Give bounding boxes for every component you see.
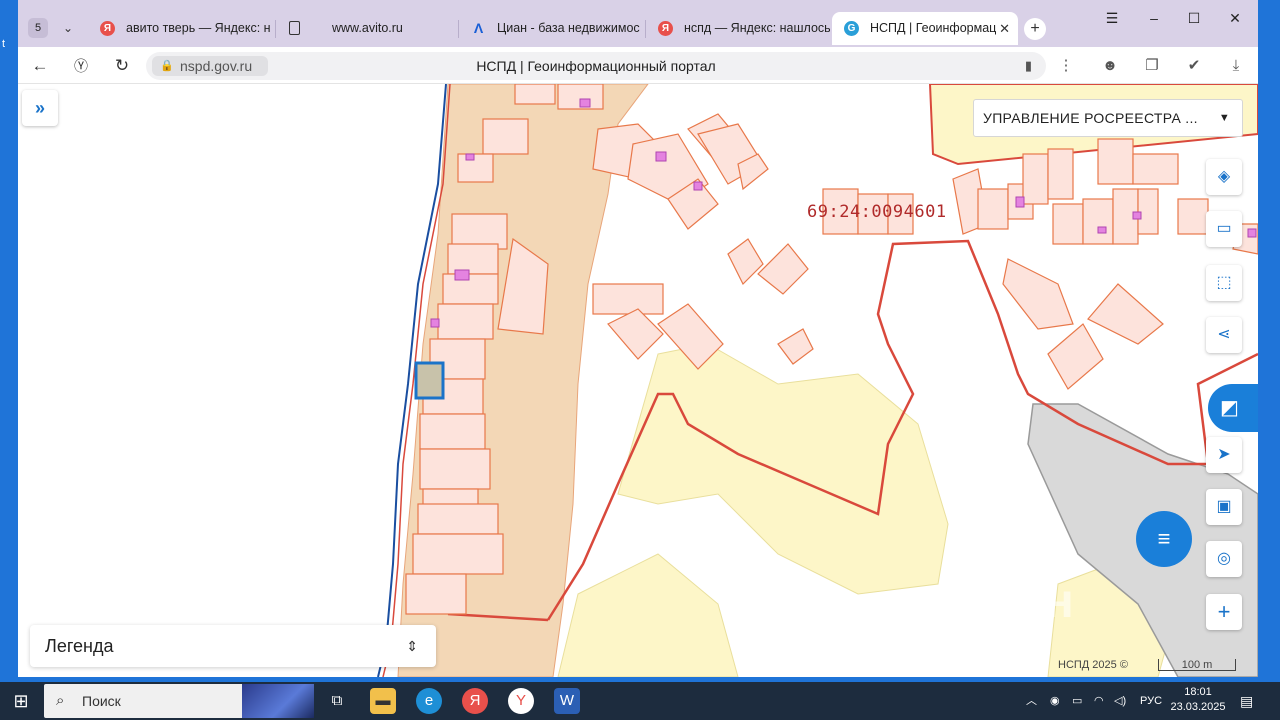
scale-bar: 100 m (1158, 659, 1236, 671)
page-title: НСПД | Геоинформационный портал (476, 58, 716, 74)
maximize-button[interactable]: ☐ (1180, 8, 1208, 28)
selected-parcel[interactable] (414, 361, 445, 400)
copyright-text: НСПД 2025 © (1058, 659, 1128, 671)
ruler-icon[interactable]: ▭ (1206, 211, 1242, 247)
file-explorer-icon[interactable]: ▬ (370, 688, 396, 714)
chevron-down-icon[interactable]: ⌄ (58, 18, 78, 38)
address-bar: ← Ⓨ ↻ 🔒 nspd.gov.ru НСПД | Геоинформацио… (18, 47, 1258, 84)
cian-icon: Λ (473, 20, 484, 36)
notification-icon[interactable]: ▤ (1240, 682, 1253, 720)
yandex-icon[interactable]: Я (462, 688, 488, 714)
scale-label: 100 m (1181, 659, 1213, 671)
legend-label: Легенда (45, 636, 114, 656)
chevron-up-icon[interactable]: ︿ (1026, 682, 1037, 720)
menu-icon[interactable]: ☰ (1098, 8, 1126, 28)
clock[interactable]: 18:01 23.03.2025 (1168, 685, 1228, 715)
more-options-icon[interactable]: ⋮ (1054, 54, 1078, 78)
search-highlight-image (242, 684, 314, 718)
yandex-icon: Я (658, 21, 673, 36)
document-icon (289, 21, 300, 35)
navigation-icon[interactable]: ➤ (1206, 437, 1242, 473)
collections-icon[interactable]: ❐ (1140, 54, 1164, 78)
download-icon[interactable]: ⤓ (1224, 54, 1248, 78)
yellow-zone (617, 343, 949, 595)
clock-time: 18:01 (1184, 686, 1212, 698)
minimap-icon[interactable]: ▣ (1206, 489, 1242, 525)
word-icon[interactable]: W (554, 688, 580, 714)
search-placeholder: Поиск (82, 693, 121, 709)
caret-down-icon: ▼ (1218, 112, 1230, 124)
tab-avito-search[interactable]: Я авито тверь — Яндекс: на (88, 12, 270, 45)
extension-icon[interactable]: ☻ (1098, 54, 1122, 78)
battery-icon[interactable]: ▭ (1072, 682, 1082, 720)
sort-icon: ⇕ (406, 638, 418, 654)
tab-label: www.avito.ru (332, 21, 403, 35)
area-select-icon[interactable]: ⬚ (1206, 265, 1242, 301)
chat-button[interactable]: ≡ (1136, 511, 1192, 567)
tab-cian[interactable]: Λ Циан - база недвижимос (459, 12, 644, 45)
new-tab-button[interactable]: + (1024, 18, 1046, 40)
expand-panel-button[interactable]: » (22, 90, 58, 126)
cadastral-number-label: 69:24:0094601 (807, 202, 947, 222)
bookmark-icon[interactable]: ▮ (1025, 52, 1032, 80)
map-canvas[interactable]: циан » УПРАВЛЕНИЕ РОСРЕЕСТРА ... ▼ 69:24… (18, 84, 1258, 677)
yandex-browser-icon[interactable]: Y (508, 688, 534, 714)
back-button[interactable]: ← (27, 53, 53, 79)
yandex-icon: Я (100, 21, 115, 36)
tab-counter[interactable]: 5 (28, 18, 48, 38)
language-indicator[interactable]: РУС (1140, 682, 1162, 720)
clock-date: 23.03.2025 (1170, 701, 1226, 713)
tab-avito[interactable]: www.avito.ru (276, 12, 456, 45)
layer-dropdown-value: УПРАВЛЕНИЕ РОСРЕЕСТРА ... (983, 110, 1198, 126)
tab-label: авито тверь — Яндекс: на (126, 21, 270, 35)
windows-start-icon[interactable]: ⊞ (8, 688, 34, 714)
tab-label: нспд — Яндекс: нашлось (684, 21, 830, 35)
browser-window: 5 ⌄ Я авито тверь — Яндекс: на www.avito… (18, 0, 1258, 677)
close-window-button[interactable]: ✕ (1221, 8, 1249, 28)
nspd-icon: G (844, 21, 859, 36)
tab-nspd-active[interactable]: G НСПД | Геоинформац ✕ (832, 12, 1018, 45)
tab-bar: 5 ⌄ Я авито тверь — Яндекс: на www.avito… (18, 0, 1258, 47)
url-field[interactable]: 🔒 nspd.gov.ru НСПД | Геоинформационный п… (146, 52, 1046, 80)
tab-label: Циан - база недвижимос (497, 21, 640, 35)
watermark: циан (953, 575, 1076, 628)
camera-icon[interactable]: ◉ (1050, 682, 1060, 720)
edge-icon[interactable]: e (416, 688, 442, 714)
desktop-icon-label: t (2, 38, 6, 50)
layers-icon[interactable]: ◈ (1206, 159, 1242, 195)
tab-label: НСПД | Геоинформац (870, 21, 997, 35)
taskbar-search[interactable]: ⌕ Поиск (44, 684, 314, 718)
search-icon: ⌕ (56, 692, 65, 709)
yellow-zone (557, 553, 739, 677)
minimize-button[interactable]: – (1140, 8, 1168, 28)
tab-nspd-search[interactable]: Я нспд — Яндекс: нашлось (646, 12, 830, 45)
legend-panel[interactable]: Легенда ⇕ (30, 625, 436, 667)
taskbar: ⊞ ⌕ Поиск ⧉ ▬ e Я Y W ︿ ◉ ▭ ◠ ◁) РУС 18:… (0, 682, 1280, 720)
extension-verified-icon[interactable]: ✔ (1182, 54, 1206, 78)
wifi-icon[interactable]: ◠ (1094, 682, 1104, 720)
reload-button[interactable]: ↻ (109, 53, 135, 79)
locate-icon[interactable]: ◎ (1206, 541, 1242, 577)
zoom-in-button[interactable]: + (1206, 594, 1242, 630)
task-view-icon[interactable]: ⧉ (324, 688, 350, 714)
layer-dropdown[interactable]: УПРАВЛЕНИЕ РОСРЕЕСТРА ... ▼ (973, 99, 1243, 137)
panel-toggle-icon[interactable]: ◩ (1208, 384, 1258, 432)
yandex-home-icon[interactable]: Ⓨ (68, 53, 94, 79)
volume-icon[interactable]: ◁) (1114, 682, 1126, 720)
close-tab-icon[interactable]: ✕ (999, 12, 1010, 45)
share-icon[interactable]: ⋖ (1206, 317, 1242, 353)
